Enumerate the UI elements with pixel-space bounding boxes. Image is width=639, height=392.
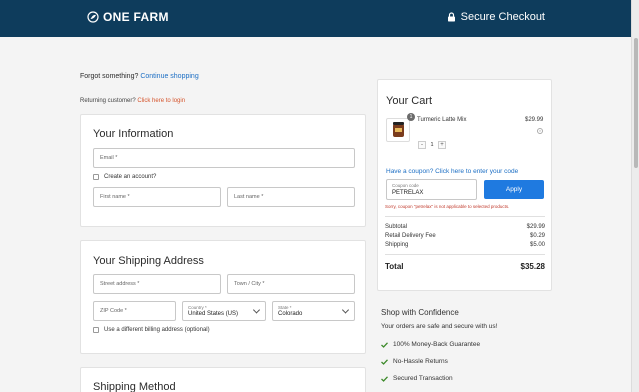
country-label: Country * [188,305,207,310]
summary-row-delivery-fee: Retail Delivery Fee $0.29 [385,233,545,239]
scrollbar-thumb[interactable] [634,38,638,168]
brand-name: ONE FARM [103,10,169,24]
secure-checkout-label: Secure Checkout [460,11,545,23]
site-header: ONE FARM Secure Checkout [0,0,631,37]
cart-title: Your Cart [386,95,433,107]
summary-label: Shipping [385,242,409,248]
city-field[interactable]: Town / City * [227,274,355,294]
brand-logo[interactable]: ONE FARM [87,10,169,24]
total-divider [385,254,545,255]
email-placeholder: Email * [100,155,118,161]
quantity-value[interactable]: 1 [426,142,438,148]
increase-quantity-button[interactable]: + [438,141,446,149]
different-billing-checkbox[interactable] [93,327,99,333]
email-field[interactable]: Email * [93,148,355,168]
street-address-placeholder: Street address * [100,281,140,287]
returning-text: Returning customer? [80,98,136,104]
zip-code-field[interactable]: ZIP Code * [93,301,176,321]
last-name-placeholder: Last name * [234,194,264,200]
chevron-down-icon [252,306,261,314]
apply-coupon-button[interactable]: Apply [484,180,544,199]
coupon-error-message: Sorry, coupon "petrelax" is not applicab… [385,204,510,209]
create-account-label: Create an account? [104,174,157,180]
zip-code-placeholder: ZIP Code * [100,308,127,314]
page-scrollbar[interactable] [631,0,639,392]
different-billing-option[interactable]: Use a different billing address (optiona… [93,327,210,333]
summary-row-shipping: Shipping $5.00 [385,242,545,248]
guarantee-item: Secured Transaction [381,375,453,382]
coupon-code-field[interactable]: Coupon code PETRELAX [386,179,477,200]
total-label: Total [385,262,404,271]
summary-row-subtotal: Subtotal $29.99 [385,224,545,230]
guarantee-label: Secured Transaction [393,375,453,382]
shipping-method-title: Shipping Method [93,381,176,392]
returning-customer: Returning customer? Click here to login [80,98,185,104]
state-label: State * [278,305,292,310]
checkmark-icon [381,358,388,365]
street-address-field[interactable]: Street address * [93,274,221,294]
remove-item-icon[interactable]: × [537,128,543,134]
product-price: $29.99 [525,117,544,123]
shipping-address-title: Your Shipping Address [93,255,204,267]
leaf-logo-icon [87,11,99,23]
information-card: Your Information Email * Create an accou… [80,114,366,227]
total-row: Total $35.28 [385,262,545,271]
checkmark-icon [381,375,388,382]
guarantee-label: No-Hassle Returns [393,358,448,365]
state-value: Colorado [278,311,303,317]
quantity-stepper[interactable]: - 1 + [418,141,446,149]
different-billing-label: Use a different billing address (optiona… [104,327,210,333]
summary-label: Retail Delivery Fee [385,233,436,239]
coupon-code-value: PETRELAX [392,190,424,196]
state-select[interactable]: State * Colorado [272,301,355,321]
summary-value: $5.00 [529,242,545,248]
product-name[interactable]: Turmeric Latte Mix [417,117,466,123]
quantity-badge: 1 [407,113,415,121]
summary-label: Subtotal [385,224,408,230]
cart-divider [385,216,545,217]
continue-shopping-link[interactable]: Continue shopping [140,73,198,80]
shipping-address-card: Your Shipping Address Street address * T… [80,240,366,354]
decrease-quantity-button[interactable]: - [418,141,426,149]
shipping-method-card: Shipping Method [80,367,366,392]
summary-value: $29.99 [526,224,545,230]
coupon-toggle-link[interactable]: Have a coupon? Click here to enter your … [386,168,518,175]
checkmark-icon [381,341,388,348]
lock-icon [447,12,455,22]
information-title: Your Information [93,128,174,140]
guarantee-label: 100% Money-Back Guarantee [393,341,481,348]
last-name-field[interactable]: Last name * [227,187,355,207]
product-jar-image [393,122,404,137]
forgot-something: Forgot something? Continue shopping [80,73,199,80]
total-value: $35.28 [520,262,545,271]
coupon-code-label: Coupon code [392,183,419,188]
login-link[interactable]: Click here to login [137,98,185,104]
country-select[interactable]: Country * United States (US) [182,301,266,321]
first-name-field[interactable]: First name * [93,187,221,207]
chevron-down-icon [341,306,350,314]
forgot-text: Forgot something? [80,73,139,80]
country-value: United States (US) [188,311,239,317]
guarantee-item: 100% Money-Back Guarantee [381,341,480,348]
create-account-checkbox[interactable] [93,174,99,180]
summary-value: $0.29 [529,233,545,239]
product-thumbnail[interactable] [386,118,410,142]
guarantee-item: No-Hassle Returns [381,358,448,365]
confidence-title: Shop with Confidence [381,308,459,317]
secure-checkout: Secure Checkout [447,11,545,23]
confidence-subtitle: Your orders are safe and secure with us! [381,323,498,330]
city-placeholder: Town / City * [234,281,265,287]
create-account-option[interactable]: Create an account? [93,174,156,180]
first-name-placeholder: First name * [100,194,130,200]
